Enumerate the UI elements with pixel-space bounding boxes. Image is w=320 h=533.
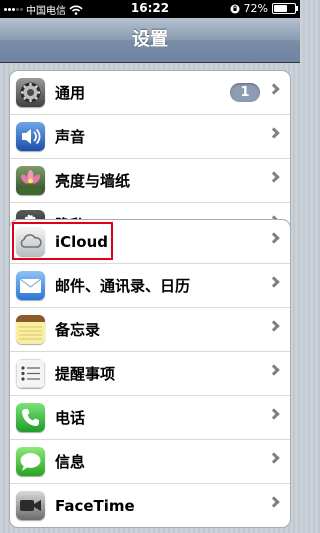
settings-row-icloud[interactable]: iCloud	[10, 220, 290, 264]
row-label: 亮度与墙纸	[55, 172, 131, 190]
status-right: 72%	[230, 2, 298, 15]
row-label: 信息	[55, 453, 86, 471]
navigation-bar: 设置	[0, 18, 300, 63]
settings-row-facetime[interactable]: FaceTime	[10, 484, 290, 527]
chevron-right-icon	[268, 276, 280, 288]
status-bar: 中国电信 16:22 72%	[0, 0, 300, 18]
row-label: 电话	[55, 409, 86, 427]
chevron-right-icon	[268, 364, 280, 376]
row-label: 邮件、通讯录、日历	[55, 277, 191, 295]
chevron-right-icon	[268, 408, 280, 420]
flower-wallpaper-icon	[16, 166, 45, 195]
settings-row-notes[interactable]: 备忘录	[10, 308, 290, 352]
row-label: 声音	[55, 128, 86, 146]
messages-icon	[16, 447, 45, 476]
notes-icon	[16, 315, 45, 344]
chevron-right-icon	[268, 171, 280, 183]
battery-percent: 72%	[243, 2, 268, 15]
row-label: 备忘录	[55, 321, 101, 339]
settings-group-apps: iCloud 邮件、通讯录、日历 备忘录 提醒事项 电话 信息 FaceTime	[9, 219, 291, 528]
page-title: 设置	[132, 29, 168, 50]
settings-row-reminders[interactable]: 提醒事项	[10, 352, 290, 396]
settings-row-phone[interactable]: 电话	[10, 396, 290, 440]
chevron-right-icon	[268, 452, 280, 464]
chevron-right-icon	[268, 83, 280, 95]
speaker-icon	[16, 122, 45, 151]
battery-icon	[272, 3, 298, 14]
mail-icon	[16, 271, 45, 300]
settings-row-messages[interactable]: 信息	[10, 440, 290, 484]
cloud-icon	[16, 227, 45, 256]
row-label: iCloud	[55, 232, 109, 251]
chevron-right-icon	[268, 320, 280, 332]
row-label: FaceTime	[55, 496, 135, 515]
settings-row-general[interactable]: 通用 1	[10, 71, 290, 115]
orientation-lock-icon	[230, 4, 240, 13]
settings-row-sounds[interactable]: 声音	[10, 115, 290, 159]
settings-row-brightness-wallpaper[interactable]: 亮度与墙纸	[10, 159, 290, 203]
notification-badge: 1	[230, 83, 260, 102]
reminders-icon	[16, 359, 45, 388]
settings-row-mail-contacts-calendars[interactable]: 邮件、通讯录、日历	[10, 264, 290, 308]
phone-icon	[16, 403, 45, 432]
row-label: 通用	[55, 84, 86, 102]
gear-icon	[16, 78, 45, 107]
chevron-right-icon	[268, 496, 280, 508]
row-label: 提醒事项	[55, 365, 116, 383]
chevron-right-icon	[268, 232, 280, 244]
facetime-icon	[16, 491, 45, 520]
chevron-right-icon	[268, 127, 280, 139]
